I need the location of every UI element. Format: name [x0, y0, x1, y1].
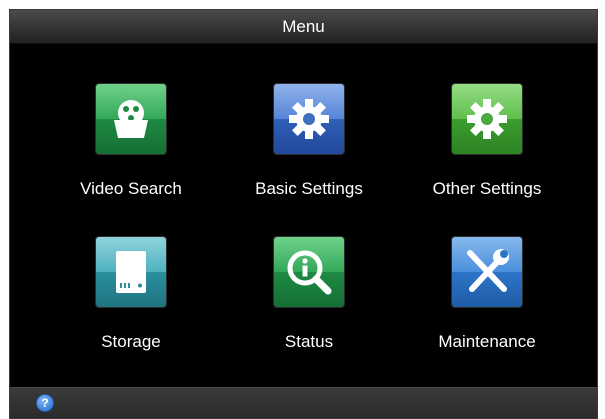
title-bar: Menu	[10, 10, 597, 44]
hard-drive-icon	[96, 237, 166, 307]
info-search-icon	[274, 237, 344, 307]
menu-item-status[interactable]: Status	[220, 237, 398, 367]
help-icon[interactable]: ?	[36, 394, 54, 412]
menu-item-label: Status	[284, 332, 334, 351]
gear-icon	[274, 84, 344, 154]
menu-item-storage[interactable]: Storage	[42, 237, 220, 367]
menu-item-label: Maintenance	[438, 332, 536, 351]
menu-item-maintenance[interactable]: Maintenance	[398, 237, 576, 367]
menu-grid: Video Search Basic Settings Other Settin…	[10, 44, 597, 389]
menu-window: Menu Video Search Basic Settings Other S…	[9, 9, 598, 419]
menu-item-label: Basic Settings	[255, 179, 363, 198]
window-title: Menu	[282, 17, 325, 36]
menu-item-label: Video Search	[80, 179, 182, 198]
tools-icon	[452, 237, 522, 307]
svg-text:?: ?	[41, 396, 48, 410]
gear-icon	[452, 84, 522, 154]
menu-item-basic-settings[interactable]: Basic Settings	[220, 84, 398, 214]
menu-item-label: Storage	[101, 332, 161, 351]
menu-item-other-settings[interactable]: Other Settings	[398, 84, 576, 214]
status-bar: ?	[10, 387, 597, 418]
menu-item-label: Other Settings	[432, 179, 542, 198]
video-search-icon	[96, 84, 166, 154]
menu-item-video-search[interactable]: Video Search	[42, 84, 220, 214]
